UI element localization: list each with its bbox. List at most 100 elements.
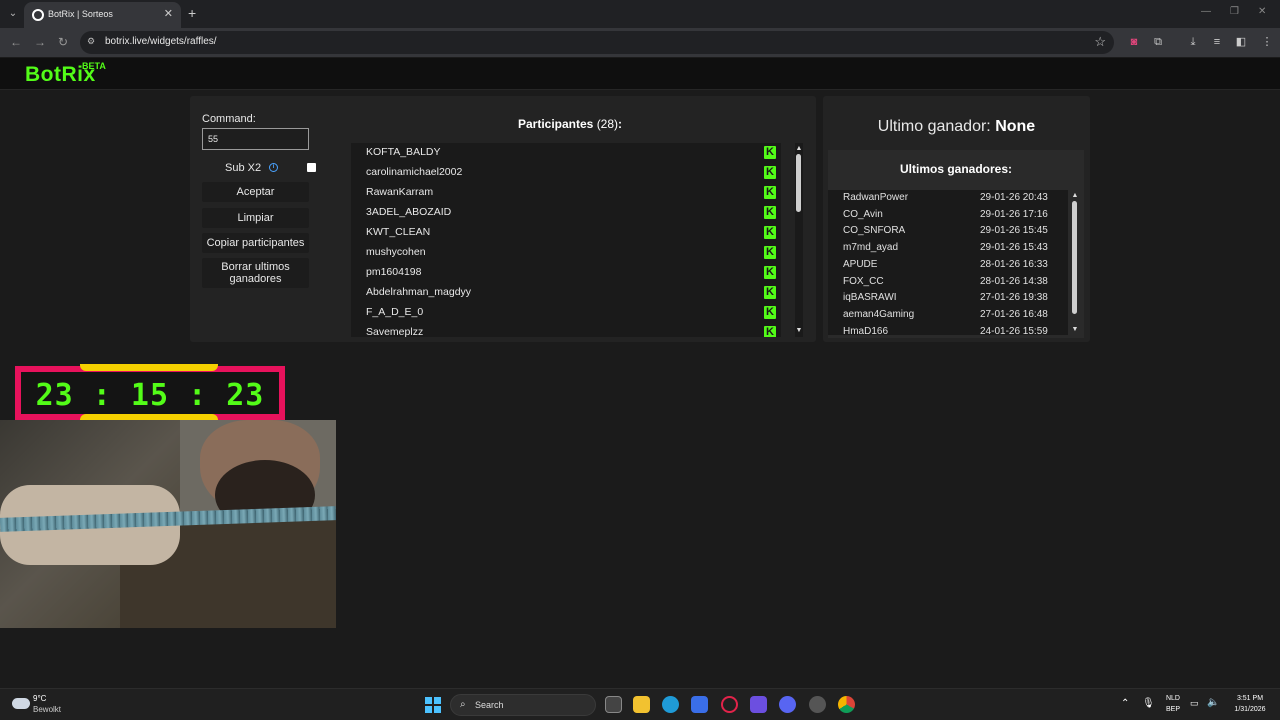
browser-tab[interactable]: BotRix | Sorteos ✕ xyxy=(24,2,181,28)
scroll-up-icon[interactable]: ▲ xyxy=(795,145,803,153)
kick-platform-icon xyxy=(764,226,776,239)
scroll-down-icon[interactable]: ▼ xyxy=(1071,326,1079,334)
participants-scrollbar[interactable]: ▲ ▼ xyxy=(795,143,803,337)
scroll-up-icon[interactable]: ▲ xyxy=(1071,192,1079,200)
bookmark-star-icon[interactable]: ☆ xyxy=(1094,34,1106,50)
participant-row[interactable]: pm1604198 xyxy=(351,263,781,283)
tab-search-icon[interactable]: ⌄ xyxy=(4,5,22,23)
countdown-timer: 23 : 15 : 23 xyxy=(15,366,285,420)
delete-winners-button[interactable]: Borrar ultimos ganadores xyxy=(202,258,309,288)
windows-start-icon[interactable] xyxy=(425,697,441,713)
kick-platform-icon xyxy=(764,246,776,259)
close-window-icon[interactable]: ✕ xyxy=(1258,6,1266,17)
winner-name: HmaD166 xyxy=(843,325,889,335)
participant-name: F_A_D_E_0 xyxy=(366,306,424,318)
back-icon[interactable]: ← xyxy=(10,35,22,49)
participant-name: mushycohen xyxy=(366,246,426,258)
winners-scrollbar[interactable]: ▲ ▼ xyxy=(1071,190,1079,335)
microphone-icon[interactable]: 🎙 xyxy=(1142,698,1155,709)
winner-row: aeman4Gaming 27-01-26 16:48 xyxy=(828,307,1068,324)
timer-value: 23 : 15 : 23 xyxy=(35,378,265,413)
download-icon[interactable]: ⤓ xyxy=(1186,35,1200,49)
winners-history-list[interactable]: RadwanPower 29-01-26 20:43 CO_Avin 29-01-26… xyxy=(828,190,1068,335)
participants-colon: : xyxy=(618,117,623,131)
command-input[interactable] xyxy=(202,128,309,150)
winner-date: 28-01-26 16:33 xyxy=(980,258,1048,270)
store-icon[interactable] xyxy=(691,696,708,713)
participant-row[interactable]: KWT_CLEAN xyxy=(351,223,781,243)
taskbar-search[interactable]: ⌕ Search xyxy=(450,694,596,716)
participants-count: (28) xyxy=(596,117,619,131)
winner-date: 29-01-26 15:43 xyxy=(980,242,1048,254)
weather-temperature[interactable]: 9°C xyxy=(33,694,46,703)
participants-list[interactable]: KOFTA_BALDY carolinamichael2002 RawanKarra… xyxy=(351,143,781,337)
edge-icon[interactable] xyxy=(662,696,679,713)
participant-row[interactable]: F_A_D_E_0 xyxy=(351,303,781,323)
subx2-checkbox[interactable] xyxy=(307,163,316,172)
subx2-label: Sub X2 xyxy=(225,162,262,174)
weather-description[interactable]: Bewolkt xyxy=(33,705,61,714)
clock-date[interactable]: 1/31/2026 xyxy=(1226,706,1274,713)
file-explorer-icon[interactable] xyxy=(633,696,650,713)
task-view-icon[interactable] xyxy=(605,696,622,713)
extension-icon[interactable]: ◙ xyxy=(1127,35,1141,49)
winner-date: 27-01-26 19:38 xyxy=(980,292,1048,304)
participants-title-text: Participantes xyxy=(517,117,594,131)
participant-row[interactable]: mushycohen xyxy=(351,243,781,263)
discord-icon[interactable] xyxy=(779,696,796,713)
site-info-icon[interactable]: ⚙ xyxy=(87,36,99,48)
winner-name: CO_Avin xyxy=(843,208,883,220)
webcam-video xyxy=(0,420,336,628)
participant-row[interactable]: carolinamichael2002 xyxy=(351,163,781,183)
kick-platform-icon xyxy=(764,266,776,279)
address-bar[interactable]: ⚙ botrix.live/widgets/raffles/ ☆ xyxy=(80,31,1114,54)
forward-icon[interactable]: → xyxy=(34,35,46,49)
language-top[interactable]: NLD xyxy=(1163,695,1183,702)
raffle-panel: Command: Sub X2 i Aceptar Limpiar Copiar… xyxy=(190,96,816,342)
media-icon[interactable]: ≡ xyxy=(1210,35,1224,49)
app-icon[interactable] xyxy=(809,696,826,713)
participant-row[interactable]: KOFTA_BALDY xyxy=(351,143,781,163)
volume-icon[interactable]: 🔈 xyxy=(1207,697,1219,708)
extensions-puzzle-icon[interactable]: ⧉ xyxy=(1151,35,1165,49)
reload-icon[interactable]: ↻ xyxy=(58,35,68,49)
cloud-icon[interactable] xyxy=(12,698,30,709)
participant-name: KWT_CLEAN xyxy=(366,226,431,238)
language-bottom[interactable]: BEP xyxy=(1163,706,1183,713)
new-tab-icon[interactable]: + xyxy=(188,5,196,21)
opera-icon[interactable] xyxy=(721,696,738,713)
tab-close-icon[interactable]: ✕ xyxy=(164,7,173,20)
chrome-icon[interactable] xyxy=(838,696,855,713)
winner-name: iqBASRAWI xyxy=(843,292,897,304)
scroll-thumb[interactable] xyxy=(796,154,801,212)
winners-panel: Ultimo ganador: None Ultimos ganadores: … xyxy=(823,96,1090,342)
scroll-down-icon[interactable]: ▼ xyxy=(795,327,803,335)
winner-date: 24-01-26 15:59 xyxy=(980,325,1048,335)
clear-button[interactable]: Limpiar xyxy=(202,208,309,228)
winner-row: iqBASRAWI 27-01-26 19:38 xyxy=(828,290,1068,307)
tray-chevron-icon[interactable]: ⌃ xyxy=(1121,698,1129,709)
copilot-icon[interactable] xyxy=(750,696,767,713)
network-icon[interactable]: ▭ xyxy=(1190,698,1199,709)
winner-name: FOX_CC xyxy=(843,275,884,287)
winner-row: RadwanPower 29-01-26 20:43 xyxy=(828,190,1068,207)
menu-icon[interactable]: ⋮ xyxy=(1260,35,1274,49)
winner-date: 28-01-26 14:38 xyxy=(980,275,1048,287)
winner-row: FOX_CC 28-01-26 14:38 xyxy=(828,274,1068,291)
participant-row[interactable]: 3ADEL_ABOZAID xyxy=(351,203,781,223)
site-header: BotRix BETA xyxy=(0,58,1280,90)
restore-icon[interactable]: ❐ xyxy=(1230,6,1239,17)
kick-platform-icon xyxy=(764,286,776,299)
minimize-icon[interactable]: — xyxy=(1201,6,1211,17)
clock-time[interactable]: 3:51 PM xyxy=(1228,695,1272,702)
address-url[interactable]: botrix.live/widgets/raffles/ xyxy=(105,36,217,47)
participant-row[interactable]: RawanKarram xyxy=(351,183,781,203)
participant-row[interactable]: Savemeplzz xyxy=(351,323,781,337)
browser-toolbar: ← → ↻ ⚙ botrix.live/widgets/raffles/ ☆ ◙… xyxy=(0,28,1280,57)
accept-button[interactable]: Aceptar xyxy=(202,182,309,202)
scroll-thumb[interactable] xyxy=(1072,201,1077,314)
profile-icon[interactable]: ◧ xyxy=(1234,35,1248,49)
copy-participants-button[interactable]: Copiar participantes xyxy=(202,233,309,253)
info-icon[interactable]: i xyxy=(269,163,278,172)
participant-row[interactable]: Abdelrahman_magdyy xyxy=(351,283,781,303)
